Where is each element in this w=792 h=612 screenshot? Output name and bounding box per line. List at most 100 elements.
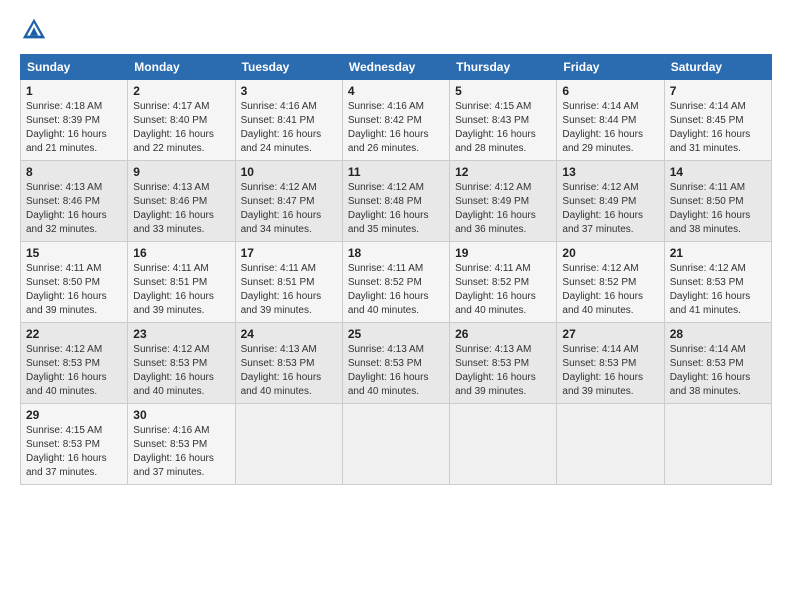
calendar-header: SundayMondayTuesdayWednesdayThursdayFrid… [21, 55, 772, 80]
calendar-week-5: 29 Sunrise: 4:15 AM Sunset: 8:53 PM Dayl… [21, 404, 772, 485]
calendar-cell: 25 Sunrise: 4:13 AM Sunset: 8:53 PM Dayl… [342, 323, 449, 404]
calendar-cell: 22 Sunrise: 4:12 AM Sunset: 8:53 PM Dayl… [21, 323, 128, 404]
day-number: 25 [348, 327, 444, 341]
day-number: 23 [133, 327, 229, 341]
day-number: 18 [348, 246, 444, 260]
day-info: Sunrise: 4:16 AM Sunset: 8:42 PM Dayligh… [348, 100, 444, 156]
day-number: 24 [241, 327, 337, 341]
calendar-cell: 16 Sunrise: 4:11 AM Sunset: 8:51 PM Dayl… [128, 242, 235, 323]
day-info: Sunrise: 4:13 AM Sunset: 8:53 PM Dayligh… [348, 343, 444, 399]
calendar-cell: 8 Sunrise: 4:13 AM Sunset: 8:46 PM Dayli… [21, 161, 128, 242]
day-info: Sunrise: 4:12 AM Sunset: 8:47 PM Dayligh… [241, 181, 337, 237]
calendar-cell: 15 Sunrise: 4:11 AM Sunset: 8:50 PM Dayl… [21, 242, 128, 323]
calendar-cell: 21 Sunrise: 4:12 AM Sunset: 8:53 PM Dayl… [664, 242, 771, 323]
day-info: Sunrise: 4:12 AM Sunset: 8:49 PM Dayligh… [455, 181, 551, 237]
calendar-body: 1 Sunrise: 4:18 AM Sunset: 8:39 PM Dayli… [21, 80, 772, 485]
calendar-cell: 4 Sunrise: 4:16 AM Sunset: 8:42 PM Dayli… [342, 80, 449, 161]
day-number: 21 [670, 246, 766, 260]
day-number: 30 [133, 408, 229, 422]
day-number: 5 [455, 84, 551, 98]
day-number: 3 [241, 84, 337, 98]
day-info: Sunrise: 4:15 AM Sunset: 8:53 PM Dayligh… [26, 424, 122, 480]
day-number: 8 [26, 165, 122, 179]
calendar-cell: 6 Sunrise: 4:14 AM Sunset: 8:44 PM Dayli… [557, 80, 664, 161]
calendar-table: SundayMondayTuesdayWednesdayThursdayFrid… [20, 54, 772, 485]
calendar-cell: 30 Sunrise: 4:16 AM Sunset: 8:53 PM Dayl… [128, 404, 235, 485]
day-info: Sunrise: 4:12 AM Sunset: 8:48 PM Dayligh… [348, 181, 444, 237]
day-number: 15 [26, 246, 122, 260]
day-number: 20 [562, 246, 658, 260]
day-header-thursday: Thursday [450, 55, 557, 80]
day-info: Sunrise: 4:14 AM Sunset: 8:53 PM Dayligh… [562, 343, 658, 399]
day-info: Sunrise: 4:13 AM Sunset: 8:53 PM Dayligh… [241, 343, 337, 399]
calendar-cell: 20 Sunrise: 4:12 AM Sunset: 8:52 PM Dayl… [557, 242, 664, 323]
header [20, 16, 772, 44]
logo [20, 16, 52, 44]
day-info: Sunrise: 4:12 AM Sunset: 8:52 PM Dayligh… [562, 262, 658, 318]
calendar-cell: 13 Sunrise: 4:12 AM Sunset: 8:49 PM Dayl… [557, 161, 664, 242]
calendar-week-2: 8 Sunrise: 4:13 AM Sunset: 8:46 PM Dayli… [21, 161, 772, 242]
calendar-cell [557, 404, 664, 485]
day-number: 14 [670, 165, 766, 179]
day-number: 22 [26, 327, 122, 341]
calendar-cell: 9 Sunrise: 4:13 AM Sunset: 8:46 PM Dayli… [128, 161, 235, 242]
day-info: Sunrise: 4:11 AM Sunset: 8:50 PM Dayligh… [26, 262, 122, 318]
day-info: Sunrise: 4:12 AM Sunset: 8:53 PM Dayligh… [133, 343, 229, 399]
day-number: 4 [348, 84, 444, 98]
day-info: Sunrise: 4:11 AM Sunset: 8:51 PM Dayligh… [241, 262, 337, 318]
day-number: 17 [241, 246, 337, 260]
day-number: 16 [133, 246, 229, 260]
day-info: Sunrise: 4:15 AM Sunset: 8:43 PM Dayligh… [455, 100, 551, 156]
day-info: Sunrise: 4:14 AM Sunset: 8:45 PM Dayligh… [670, 100, 766, 156]
calendar-cell: 26 Sunrise: 4:13 AM Sunset: 8:53 PM Dayl… [450, 323, 557, 404]
day-number: 6 [562, 84, 658, 98]
day-info: Sunrise: 4:14 AM Sunset: 8:53 PM Dayligh… [670, 343, 766, 399]
day-info: Sunrise: 4:11 AM Sunset: 8:51 PM Dayligh… [133, 262, 229, 318]
day-number: 10 [241, 165, 337, 179]
day-info: Sunrise: 4:13 AM Sunset: 8:46 PM Dayligh… [133, 181, 229, 237]
calendar-cell: 12 Sunrise: 4:12 AM Sunset: 8:49 PM Dayl… [450, 161, 557, 242]
calendar-cell: 24 Sunrise: 4:13 AM Sunset: 8:53 PM Dayl… [235, 323, 342, 404]
day-number: 19 [455, 246, 551, 260]
day-number: 2 [133, 84, 229, 98]
day-info: Sunrise: 4:14 AM Sunset: 8:44 PM Dayligh… [562, 100, 658, 156]
day-info: Sunrise: 4:11 AM Sunset: 8:52 PM Dayligh… [455, 262, 551, 318]
day-header-saturday: Saturday [664, 55, 771, 80]
day-info: Sunrise: 4:16 AM Sunset: 8:41 PM Dayligh… [241, 100, 337, 156]
calendar-cell: 7 Sunrise: 4:14 AM Sunset: 8:45 PM Dayli… [664, 80, 771, 161]
day-info: Sunrise: 4:13 AM Sunset: 8:46 PM Dayligh… [26, 181, 122, 237]
day-info: Sunrise: 4:13 AM Sunset: 8:53 PM Dayligh… [455, 343, 551, 399]
day-info: Sunrise: 4:12 AM Sunset: 8:53 PM Dayligh… [670, 262, 766, 318]
calendar-cell [235, 404, 342, 485]
logo-icon [20, 16, 48, 44]
calendar-cell: 10 Sunrise: 4:12 AM Sunset: 8:47 PM Dayl… [235, 161, 342, 242]
calendar-cell: 1 Sunrise: 4:18 AM Sunset: 8:39 PM Dayli… [21, 80, 128, 161]
day-number: 26 [455, 327, 551, 341]
header-row: SundayMondayTuesdayWednesdayThursdayFrid… [21, 55, 772, 80]
calendar-cell: 18 Sunrise: 4:11 AM Sunset: 8:52 PM Dayl… [342, 242, 449, 323]
day-header-tuesday: Tuesday [235, 55, 342, 80]
day-info: Sunrise: 4:12 AM Sunset: 8:53 PM Dayligh… [26, 343, 122, 399]
calendar-cell: 2 Sunrise: 4:17 AM Sunset: 8:40 PM Dayli… [128, 80, 235, 161]
calendar-week-3: 15 Sunrise: 4:11 AM Sunset: 8:50 PM Dayl… [21, 242, 772, 323]
day-info: Sunrise: 4:17 AM Sunset: 8:40 PM Dayligh… [133, 100, 229, 156]
calendar-cell: 11 Sunrise: 4:12 AM Sunset: 8:48 PM Dayl… [342, 161, 449, 242]
day-header-monday: Monday [128, 55, 235, 80]
calendar-cell: 17 Sunrise: 4:11 AM Sunset: 8:51 PM Dayl… [235, 242, 342, 323]
calendar-week-1: 1 Sunrise: 4:18 AM Sunset: 8:39 PM Dayli… [21, 80, 772, 161]
day-info: Sunrise: 4:11 AM Sunset: 8:50 PM Dayligh… [670, 181, 766, 237]
calendar-cell: 5 Sunrise: 4:15 AM Sunset: 8:43 PM Dayli… [450, 80, 557, 161]
calendar-cell: 23 Sunrise: 4:12 AM Sunset: 8:53 PM Dayl… [128, 323, 235, 404]
day-info: Sunrise: 4:12 AM Sunset: 8:49 PM Dayligh… [562, 181, 658, 237]
calendar-cell [342, 404, 449, 485]
day-number: 1 [26, 84, 122, 98]
day-number: 9 [133, 165, 229, 179]
page: SundayMondayTuesdayWednesdayThursdayFrid… [0, 0, 792, 612]
day-header-wednesday: Wednesday [342, 55, 449, 80]
day-number: 29 [26, 408, 122, 422]
day-info: Sunrise: 4:18 AM Sunset: 8:39 PM Dayligh… [26, 100, 122, 156]
calendar-cell: 14 Sunrise: 4:11 AM Sunset: 8:50 PM Dayl… [664, 161, 771, 242]
calendar-cell: 28 Sunrise: 4:14 AM Sunset: 8:53 PM Dayl… [664, 323, 771, 404]
day-info: Sunrise: 4:16 AM Sunset: 8:53 PM Dayligh… [133, 424, 229, 480]
calendar-cell: 29 Sunrise: 4:15 AM Sunset: 8:53 PM Dayl… [21, 404, 128, 485]
